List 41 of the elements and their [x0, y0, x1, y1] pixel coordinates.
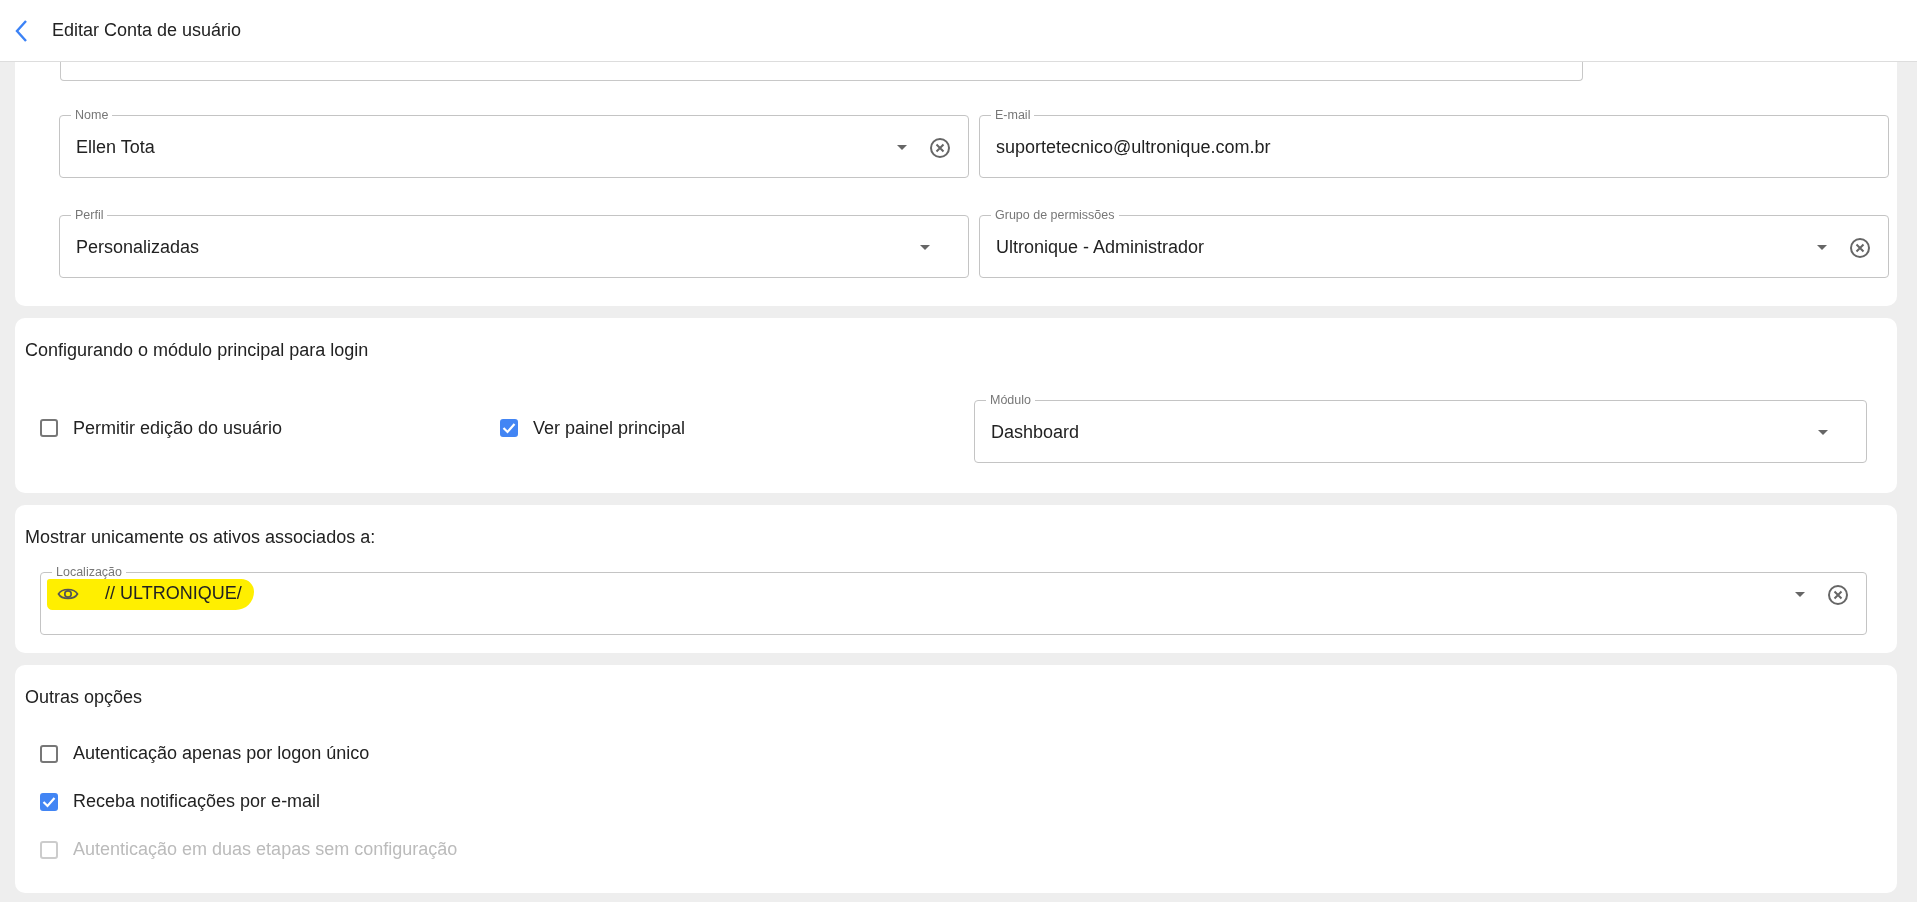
section-title: Outras opções — [25, 687, 144, 708]
clear-icon[interactable] — [1849, 236, 1871, 259]
field-label: Nome — [74, 108, 110, 122]
checkbox-label: Ver painel principal — [533, 417, 686, 439]
form-field[interactable]: Grupo de permissões Ultronique - Administrador — [979, 208, 1889, 278]
checkbox[interactable] — [40, 792, 58, 811]
field-label: Grupo de permissões — [994, 208, 1116, 222]
field-label: Localização — [55, 565, 123, 579]
field-label: Perfil — [74, 208, 105, 222]
text-field[interactable] — [60, 62, 1583, 81]
page-title: Editar Conta de usuário — [52, 20, 242, 41]
back-icon[interactable] — [14, 18, 28, 43]
form-field[interactable]: Módulo Dashboard — [974, 393, 1867, 463]
field-value: Dashboard — [991, 422, 1081, 443]
caret-icon[interactable] — [1817, 245, 1827, 250]
form-field[interactable]: Perfil Personalizadas — [59, 208, 969, 278]
form-field[interactable]: E-mail suportetecnico@ultronique.com.br — [979, 108, 1889, 178]
field-value: Ellen Tota — [76, 137, 156, 158]
field-value: // ULTRONIQUE/ — [105, 583, 242, 604]
field-value: Ultronique - Administrador — [996, 237, 1206, 258]
field-value: Personalizadas — [76, 237, 201, 258]
field-label: E-mail — [994, 108, 1032, 122]
field-label: Módulo — [989, 393, 1032, 407]
checkbox-label: Autenticação apenas por logon único — [73, 743, 370, 764]
checkbox-label: Receba notificações por e-mail — [73, 791, 321, 812]
caret-icon[interactable] — [897, 145, 907, 150]
clear-icon[interactable] — [929, 136, 951, 159]
section-title: Configurando o módulo principal para login — [25, 340, 370, 361]
caret-icon[interactable] — [1795, 592, 1805, 597]
checkbox[interactable] — [40, 419, 58, 437]
checkbox[interactable] — [500, 419, 518, 437]
checkbox-label: Autenticação em duas etapas sem configuração — [73, 839, 458, 860]
field-value: suportetecnico@ultronique.com.br — [996, 137, 1272, 158]
checkbox-label: Permitir edição do usuário — [73, 417, 283, 439]
section-title: Mostrar unicamente os ativos associados a: — [25, 527, 377, 548]
checkbox[interactable] — [40, 744, 58, 763]
caret-icon[interactable] — [1818, 430, 1828, 435]
form-field[interactable]: Localização // ULTRONIQUE/ — [40, 565, 1867, 635]
form-field[interactable]: Nome Ellen Tota — [59, 108, 969, 178]
caret-icon[interactable] — [920, 245, 930, 250]
clear-icon[interactable] — [1827, 583, 1849, 606]
